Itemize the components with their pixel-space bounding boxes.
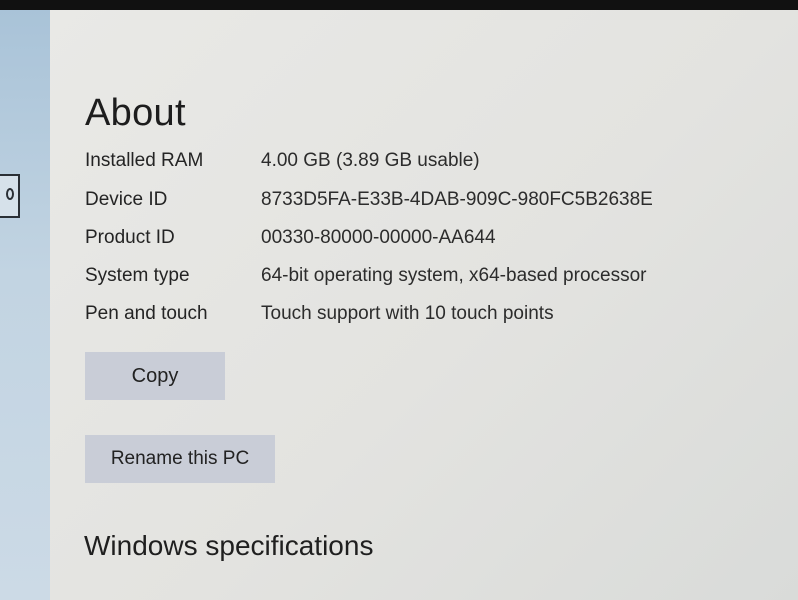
spec-row-installed-ram: Installed RAM 4.00 GB (3.89 GB usable) (85, 150, 745, 178)
rename-pc-button[interactable]: Rename this PC (85, 435, 275, 483)
spec-value: 00330-80000-00000-AA644 (261, 227, 496, 248)
spec-value: 4.00 GB (3.89 GB usable) (261, 150, 480, 171)
spec-label: Product ID (85, 227, 175, 248)
spec-row-product-id: Product ID 00330-80000-00000-AA644 (85, 227, 745, 255)
about-panel: About Installed RAM 4.00 GB (3.89 GB usa… (50, 10, 798, 600)
spec-row-system-type: System type 64-bit operating system, x64… (85, 265, 745, 293)
spec-label: System type (85, 265, 190, 286)
search-icon (6, 188, 14, 200)
spec-label: Device ID (85, 189, 168, 210)
spec-label: Installed RAM (85, 150, 204, 171)
sidebar-search-box[interactable] (0, 174, 20, 218)
spec-row-device-id: Device ID 8733D5FA-E33B-4DAB-909C-980FC5… (85, 189, 745, 217)
spec-row-pen-and-touch: Pen and touch Touch support with 10 touc… (85, 303, 745, 331)
spec-value: Touch support with 10 touch points (261, 303, 554, 324)
spec-value: 8733D5FA-E33B-4DAB-909C-980FC5B2638E (261, 189, 653, 210)
copy-button[interactable]: Copy (85, 352, 225, 400)
spec-value: 64-bit operating system, x64-based proce… (261, 265, 647, 286)
settings-sidebar (0, 10, 51, 600)
spec-label: Pen and touch (85, 303, 208, 324)
windows-specifications-heading: Windows specifications (84, 530, 374, 561)
page-title: About (85, 92, 186, 134)
